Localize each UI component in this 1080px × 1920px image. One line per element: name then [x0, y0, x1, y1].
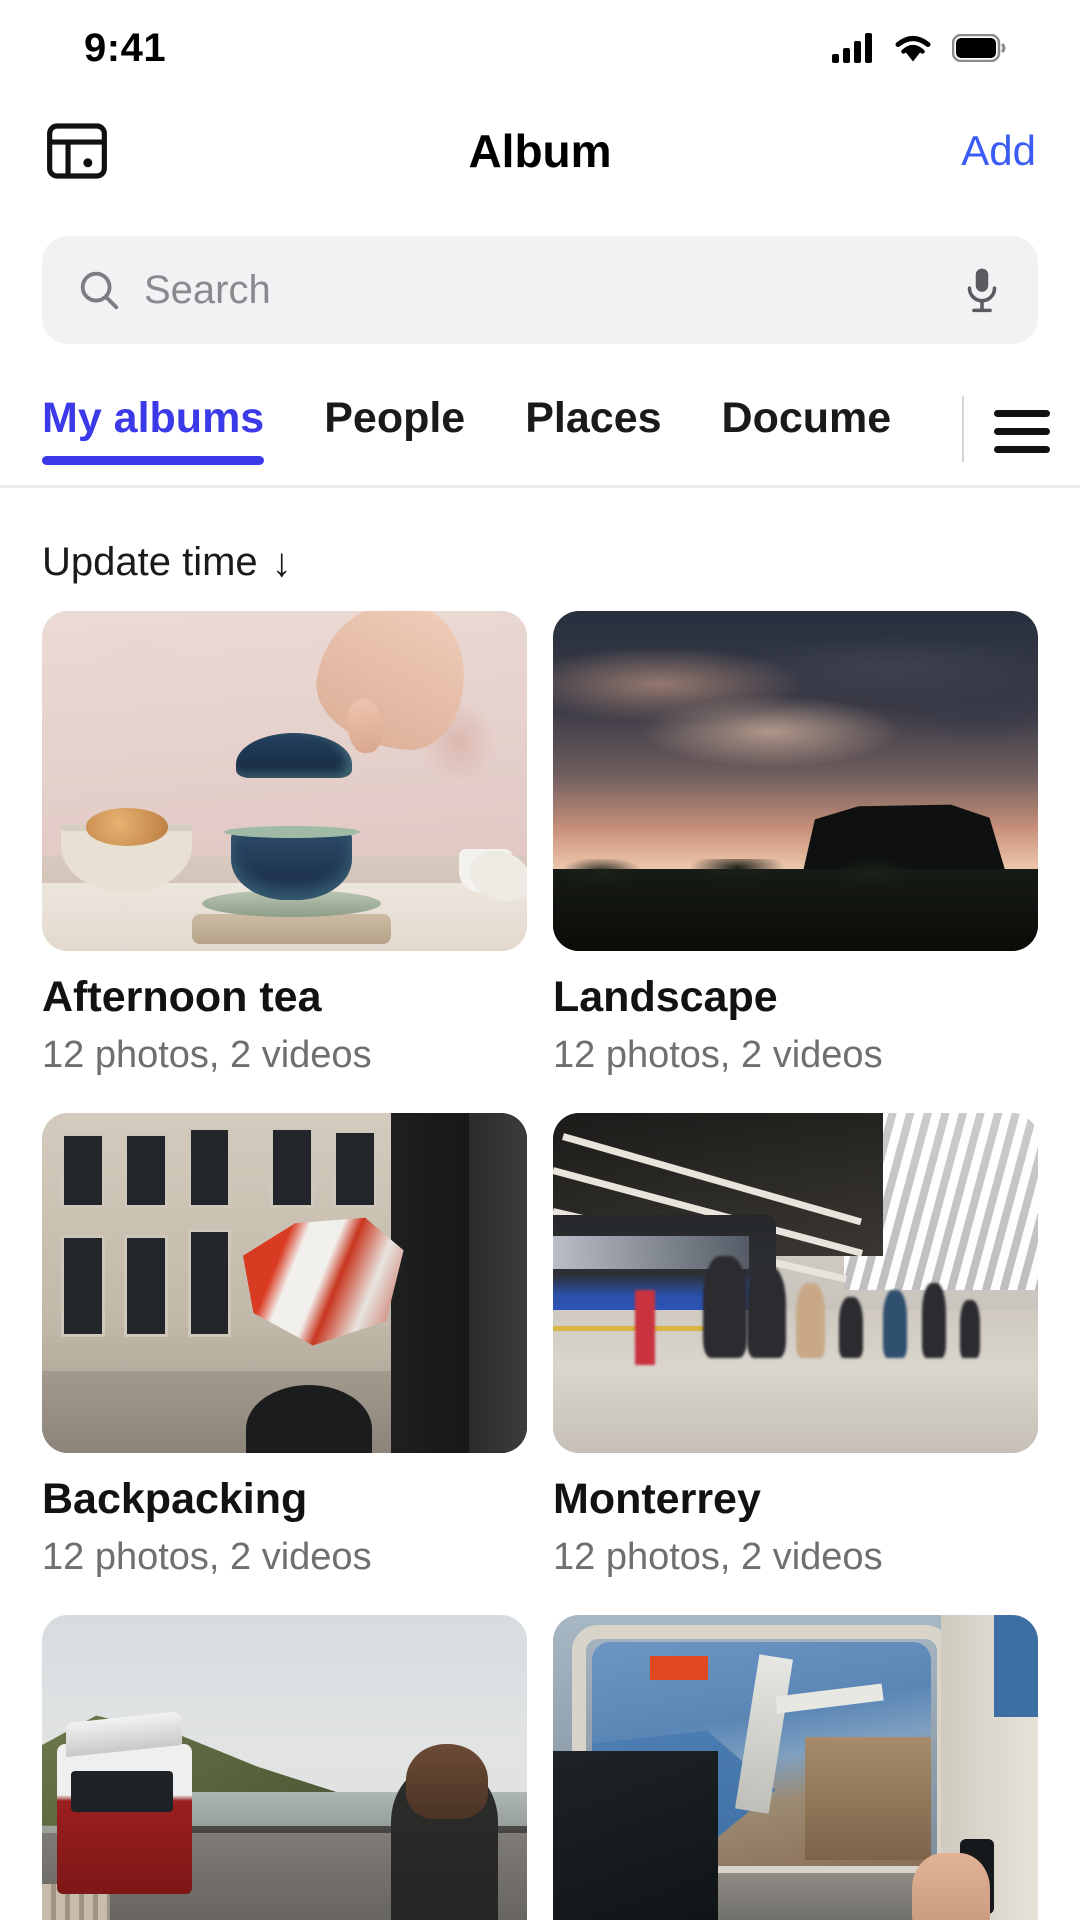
status-bar: 9:41 [0, 0, 1080, 96]
category-tab-bar: My albums People Places Docume [0, 390, 1080, 488]
add-album-button[interactable]: Add [961, 127, 1036, 175]
album-card[interactable] [553, 1615, 1038, 1920]
album-thumbnail[interactable] [42, 1615, 527, 1920]
search-section [0, 206, 1080, 344]
cellular-signal-icon [832, 33, 872, 63]
album-subtitle: 12 photos, 2 videos [553, 1034, 883, 1076]
album-card[interactable]: Backpacking 12 photos, 2 videos [42, 1113, 527, 1579]
tab-documents[interactable]: Docume [692, 390, 922, 443]
album-subtitle: 12 photos, 2 videos [42, 1536, 372, 1578]
tab-places[interactable]: Places [495, 390, 691, 443]
album-card[interactable]: Landscape 12 photos, 2 videos [553, 611, 1038, 1077]
wifi-icon [895, 36, 931, 62]
album-card[interactable] [42, 1615, 527, 1920]
microphone-icon[interactable] [960, 265, 1004, 315]
album-title: Monterrey [553, 1475, 761, 1523]
search-icon [80, 271, 119, 310]
status-indicators [832, 32, 1006, 64]
album-card[interactable]: Afternoon tea 12 photos, 2 videos [42, 611, 527, 1077]
search-input[interactable] [144, 267, 938, 313]
album-thumbnail[interactable] [553, 611, 1038, 951]
tab-overflow-button[interactable] [964, 390, 1080, 488]
tab-underline-track [0, 485, 1080, 488]
album-grid: Afternoon tea 12 photos, 2 videos Landsc… [0, 611, 1080, 1920]
album-thumbnail[interactable] [553, 1615, 1038, 1920]
album-subtitle: 12 photos, 2 videos [42, 1034, 372, 1076]
hamburger-menu-icon [994, 409, 1050, 453]
thumbnail-image-cockpit [553, 1615, 1038, 1920]
album-screen: 9:41 Album Add Search My albums People P… [0, 0, 1080, 1920]
album-title: Landscape [553, 973, 778, 1021]
tab-my-albums[interactable]: My albums [42, 390, 294, 465]
sort-control[interactable]: Update time ↓ [0, 488, 1080, 611]
search-bar[interactable] [42, 236, 1038, 344]
tab-scroller[interactable]: My albums People Places Docume [0, 390, 962, 488]
album-thumbnail[interactable] [553, 1113, 1038, 1453]
album-thumbnail[interactable] [42, 1113, 527, 1453]
thumbnail-image-van-coast [42, 1615, 527, 1920]
album-title: Afternoon tea [42, 973, 322, 1021]
thumbnail-image-afternoon-tea [42, 611, 527, 951]
navigation-bar: Album Add [0, 96, 1080, 206]
thumbnail-image-backpacking [42, 1113, 527, 1453]
album-card[interactable]: Monterrey 12 photos, 2 videos [553, 1113, 1038, 1579]
status-time: 9:41 [84, 25, 167, 70]
sort-direction-icon: ↓ [271, 540, 292, 585]
album-title: Backpacking [42, 1475, 308, 1523]
thumbnail-image-monterrey [553, 1113, 1038, 1453]
sidebar-toggle-button[interactable] [44, 118, 164, 184]
thumbnail-image-landscape [553, 611, 1038, 951]
album-thumbnail[interactable] [42, 611, 527, 951]
sidebar-layout-icon [47, 123, 107, 179]
tab-people[interactable]: People [294, 390, 495, 443]
album-subtitle: 12 photos, 2 videos [553, 1536, 883, 1578]
battery-icon [952, 34, 1006, 62]
sort-label: Update time [42, 540, 258, 584]
